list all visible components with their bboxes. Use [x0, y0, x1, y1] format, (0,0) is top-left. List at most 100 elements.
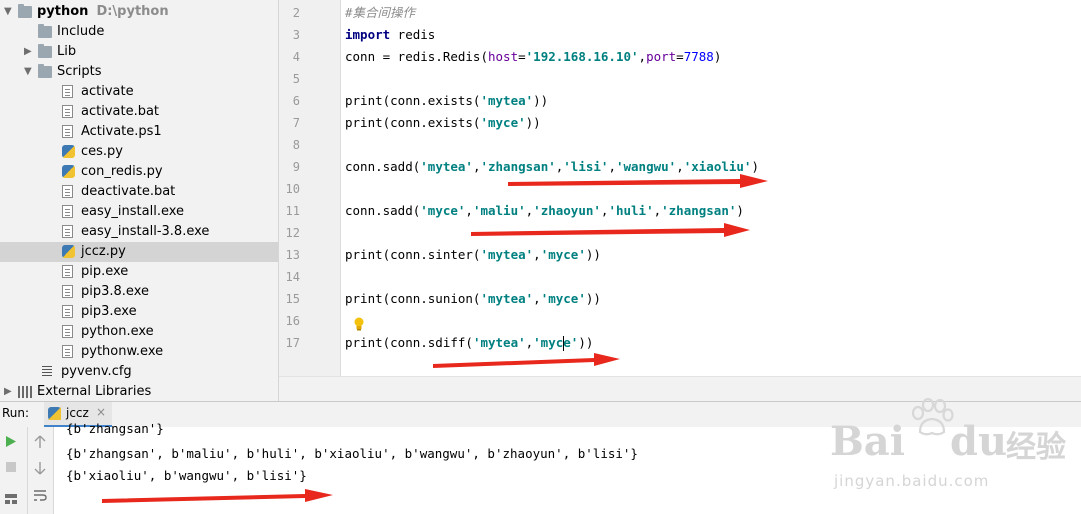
project-tree: ▼ python D:\python Include ▶ Lib ▼ Scripts act… — [0, 0, 279, 401]
tree-item[interactable]: activate.bat — [0, 102, 278, 122]
code-line[interactable]: print(conn.sinter('mytea','myce')) — [345, 244, 601, 266]
code-token: , — [638, 49, 647, 64]
code-line[interactable]: print(conn.exists('myce')) — [345, 112, 541, 134]
watermark-brand-left: Bai — [830, 418, 905, 465]
code-line[interactable]: conn = redis.Redis(host='192.168.16.10',… — [345, 46, 721, 68]
line-number: 2 — [292, 6, 300, 20]
tree-item-label: pip3.exe — [81, 304, 137, 319]
code-token: , — [533, 291, 541, 306]
line-number: 10 — [285, 182, 300, 196]
tree-item[interactable]: activate — [0, 82, 278, 102]
code-token: 'myce' — [480, 115, 526, 130]
tree-item[interactable]: ces.py — [0, 142, 278, 162]
code-token: 'lisi' — [563, 159, 609, 174]
code-line[interactable]: #集合间操作 — [345, 2, 415, 24]
line-number: 7 — [292, 116, 300, 130]
config-file-icon — [42, 366, 52, 377]
tree-item[interactable]: pip3.8.exe — [0, 282, 278, 302]
code-token: 'mytea' — [480, 93, 534, 108]
arrow-down-icon[interactable] — [34, 461, 46, 475]
code-token: 'mytea' — [420, 159, 473, 174]
code-line[interactable]: import redis — [345, 24, 435, 46]
file-icon — [62, 345, 73, 358]
code-token: 'myce' — [420, 203, 466, 218]
code-token: ) — [713, 49, 722, 64]
tree-item[interactable]: pythonw.exe — [0, 342, 278, 362]
chevron-down-icon[interactable]: ▼ — [24, 62, 32, 82]
code-line[interactable]: conn.sadd('mytea','zhangsan','lisi','wan… — [345, 156, 759, 178]
line-number: 14 — [285, 270, 300, 284]
python-file-icon — [62, 245, 75, 258]
code-token: e' — [563, 335, 579, 350]
stop-icon[interactable] — [5, 461, 17, 473]
output-line: {b'xiaoliu', b'wangwu', b'lisi'} — [66, 468, 307, 483]
tree-item-label: jccz.py — [81, 244, 126, 259]
code-line[interactable]: print(conn.sdiff('mytea','myce')) — [345, 332, 593, 354]
tree-item-label: Lib — [57, 44, 77, 59]
code-line[interactable]: print(conn.exists('mytea')) — [345, 90, 548, 112]
line-number: 16 — [285, 314, 300, 328]
line-number: 12 — [285, 226, 300, 240]
run-toolbar-scroll — [28, 427, 54, 514]
tree-item-label: easy_install-3.8.exe — [81, 224, 210, 239]
red-arrow-icon — [102, 489, 333, 503]
code-token: )) — [585, 291, 601, 306]
tree-item[interactable]: jccz.py — [0, 242, 278, 262]
code-line[interactable]: conn.sadd('myce','maliu','zhaoyun','huli… — [345, 200, 744, 222]
code-token: conn.sadd( — [345, 203, 421, 218]
line-number: 17 — [285, 336, 300, 350]
tree-item-label: External Libraries — [37, 384, 152, 399]
chevron-right-icon[interactable]: ▶ — [24, 42, 32, 62]
code-token: 'mytea' — [480, 291, 534, 306]
baidu-jingyan-watermark: Bai du 经验 jingyan.baidu.com — [830, 398, 1066, 494]
code-token: 'myce' — [540, 247, 586, 262]
line-number-gutter: 2 3 4 5 6 7 8 9 10 11 12 13 14 15 16 17 — [279, 0, 341, 376]
play-icon[interactable] — [5, 435, 17, 448]
code-token: 'xiaoliu' — [683, 159, 752, 174]
file-icon — [62, 125, 73, 138]
tree-item[interactable]: ▶ External Libraries — [0, 382, 278, 401]
code-token: 'wangwu' — [615, 159, 677, 174]
tree-item-label: Activate.ps1 — [81, 124, 162, 139]
layout-icon[interactable] — [4, 493, 18, 505]
code-token: print(conn.sdiff( — [345, 335, 473, 350]
arrow-up-icon[interactable] — [34, 435, 46, 449]
chevron-right-icon[interactable]: ▶ — [4, 382, 12, 401]
file-icon — [62, 85, 73, 98]
code-token: print(conn.sunion( — [345, 291, 481, 306]
code-line[interactable]: print(conn.sunion('mytea','myce')) — [345, 288, 601, 310]
tree-item[interactable]: easy_install.exe — [0, 202, 278, 222]
tree-item[interactable]: python.exe — [0, 322, 278, 342]
tree-item[interactable]: Activate.ps1 — [0, 122, 278, 142]
code-editor[interactable]: #集合间操作 import redis conn = redis.Redis(hos… — [341, 0, 1081, 376]
code-token: ) — [751, 159, 759, 174]
tree-item[interactable]: Include — [0, 22, 278, 42]
code-token: 'zhangsan' — [661, 203, 737, 218]
chevron-down-icon[interactable]: ▼ — [4, 2, 12, 22]
tree-item[interactable]: pip.exe — [0, 262, 278, 282]
code-token: host — [488, 49, 519, 64]
folder-icon — [18, 4, 32, 18]
tree-root-row[interactable]: ▼ python D:\python — [0, 2, 278, 22]
folder-icon — [38, 24, 52, 38]
tree-item[interactable]: easy_install-3.8.exe — [0, 222, 278, 242]
tree-item[interactable]: ▼ Scripts — [0, 62, 278, 82]
code-token: , — [533, 247, 541, 262]
file-icon — [62, 305, 73, 318]
tree-item-label: ces.py — [81, 144, 123, 159]
line-number: 13 — [285, 248, 300, 262]
soft-wrap-icon[interactable] — [33, 489, 47, 501]
tree-item-label: con_redis.py — [81, 164, 163, 179]
tab-close-icon[interactable]: × — [96, 405, 106, 419]
tree-item[interactable]: pip3.exe — [0, 302, 278, 322]
code-token: 7788 — [683, 49, 714, 64]
tree-item[interactable]: ▶ Lib — [0, 42, 278, 62]
tree-item[interactable]: pyvenv.cfg — [0, 362, 278, 382]
tree-item[interactable]: deactivate.bat — [0, 182, 278, 202]
code-token: )) — [585, 247, 601, 262]
tree-item[interactable]: con_redis.py — [0, 162, 278, 182]
folder-icon — [38, 64, 52, 78]
line-number: 9 — [292, 160, 300, 174]
paw-icon — [911, 398, 954, 436]
lightbulb-icon[interactable] — [353, 317, 365, 331]
